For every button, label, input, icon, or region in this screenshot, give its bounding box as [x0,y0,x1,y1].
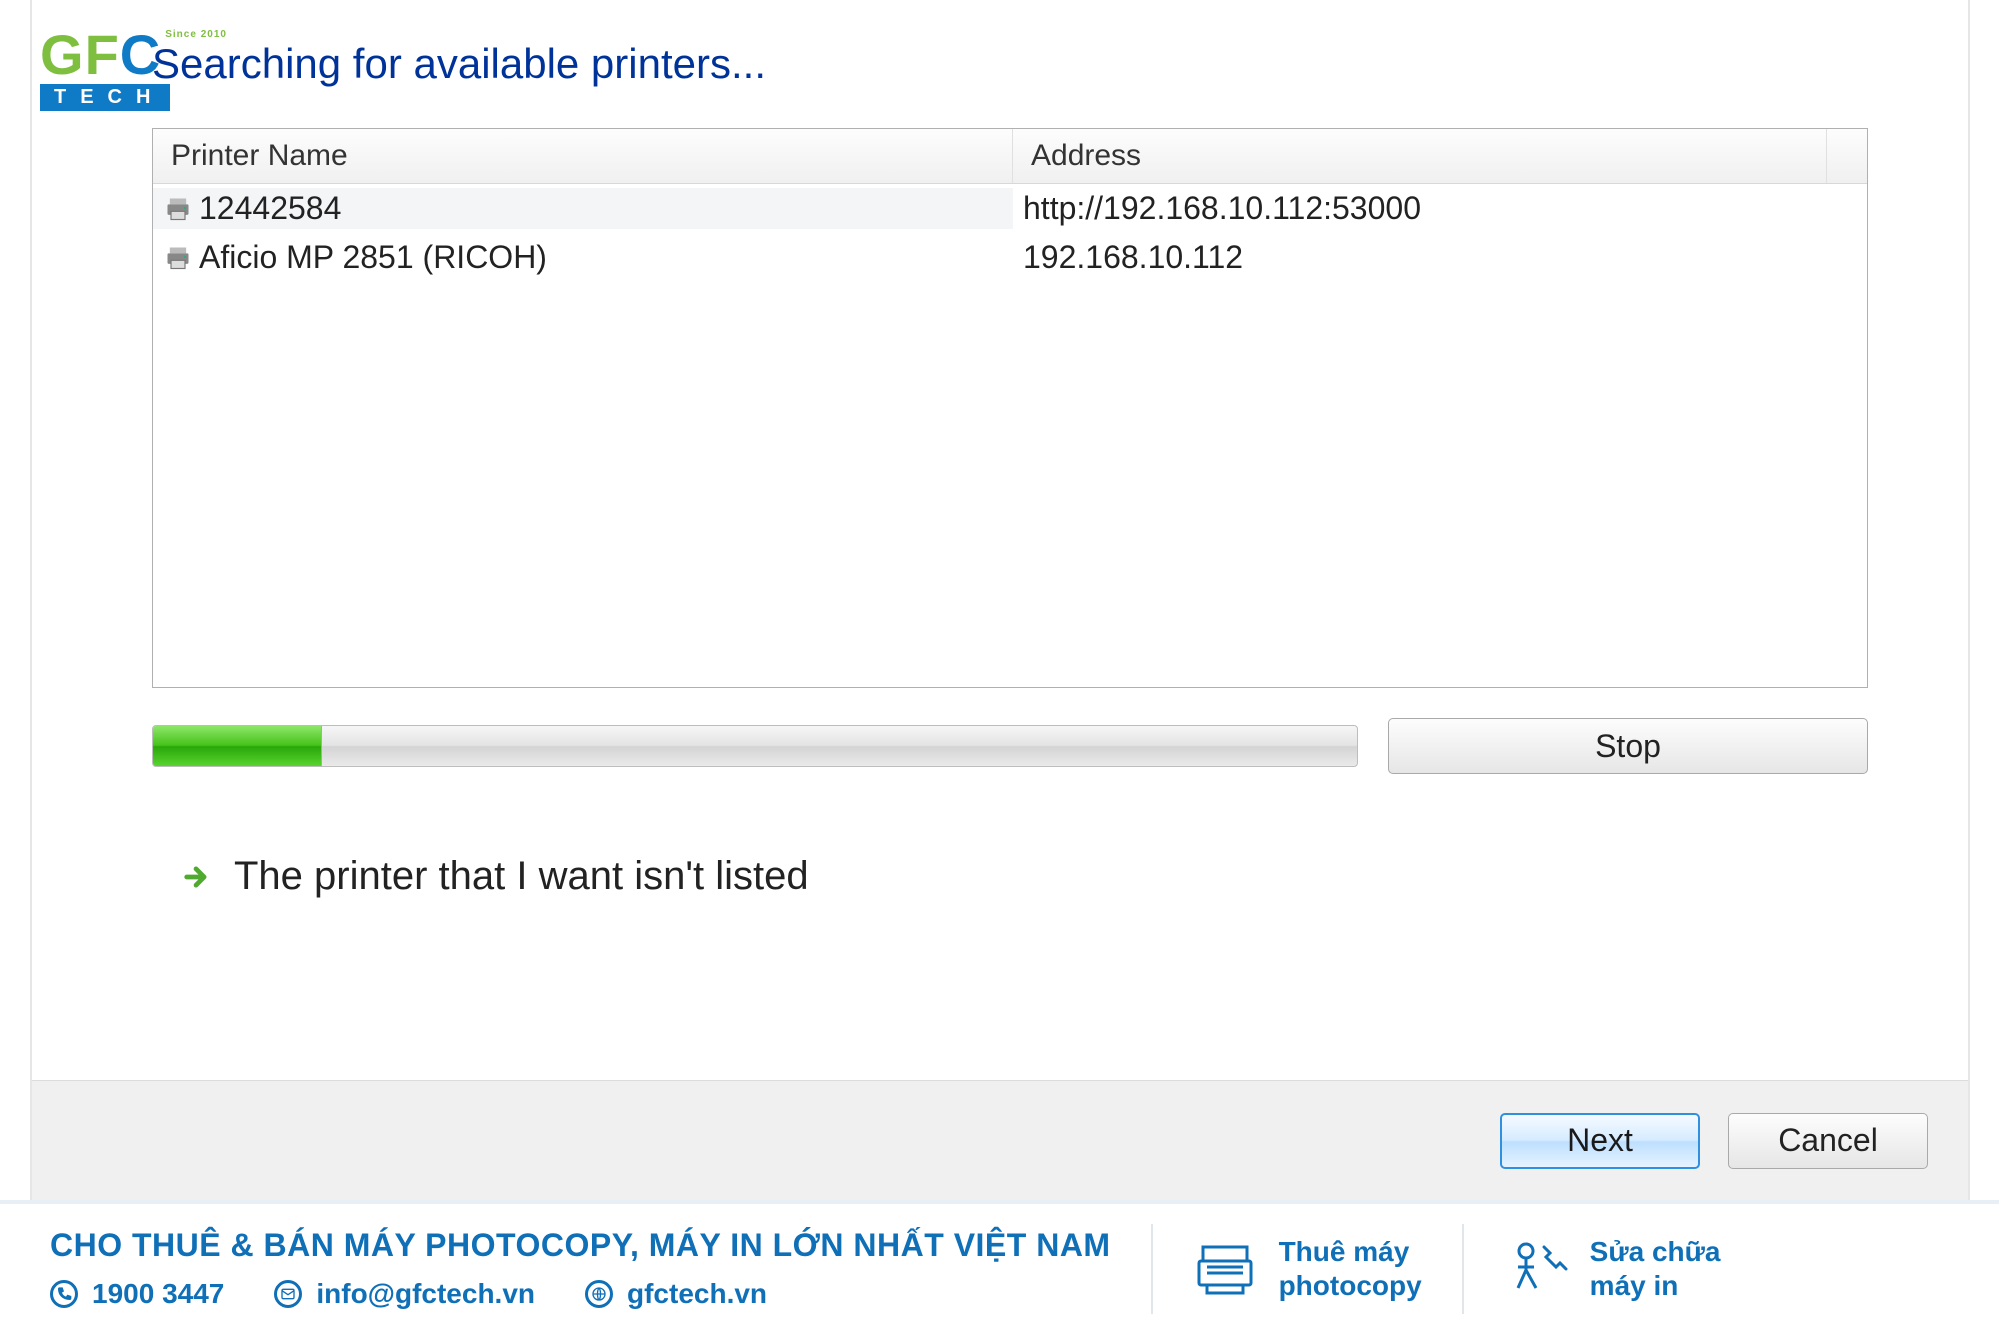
banner-title: CHO THUÊ & BÁN MÁY PHOTOCOPY, MÁY IN LỚN… [50,1227,1111,1264]
banner-email-text: info@gfctech.vn [316,1278,535,1310]
globe-icon [585,1280,613,1308]
printer-not-listed-link[interactable]: The printer that I want isn't listed [182,854,1868,899]
printer-name: 12442584 [199,190,341,227]
stop-button[interactable]: Stop [1388,718,1868,774]
arrow-right-icon [182,863,210,891]
next-button[interactable]: Next [1500,1113,1700,1169]
printer-address: http://192.168.10.112:53000 [1013,188,1867,229]
service-rent-copier[interactable]: Thuê máy photocopy [1193,1235,1422,1302]
printer-not-listed-label: The printer that I want isn't listed [234,854,809,899]
mail-icon [274,1280,302,1308]
printer-icon [163,244,193,272]
add-printer-dialog: Searching for available printers... Prin… [30,0,1970,1200]
service-repair-line1: Sửa chữa [1590,1235,1721,1269]
dialog-heading: Searching for available printers... [152,40,1868,88]
column-header-scroll-gutter [1827,129,1867,183]
service-rent-line1: Thuê máy [1279,1235,1422,1269]
copier-icon [1193,1237,1257,1301]
banner-divider [1462,1224,1464,1314]
printer-list-header: Printer Name Address [153,129,1867,184]
column-header-address[interactable]: Address [1013,129,1827,183]
banner-divider [1151,1224,1153,1314]
banner-website-text: gfctech.vn [627,1278,767,1310]
banner-email: info@gfctech.vn [274,1278,535,1310]
repair-icon [1504,1237,1568,1301]
printer-icon [163,195,193,223]
banner-phone-text: 1900 3447 [92,1278,224,1310]
printer-list: Printer Name Address 12442584 [152,128,1868,688]
banner-phone: 1900 3447 [50,1278,224,1310]
service-rent-line2: photocopy [1279,1269,1422,1303]
service-repair-printer[interactable]: Sửa chữa máy in [1504,1235,1721,1302]
dialog-footer: Next Cancel [32,1080,1968,1200]
printer-row[interactable]: 12442584 http://192.168.10.112:53000 [153,184,1867,233]
phone-icon [50,1280,78,1308]
printer-row[interactable]: Aficio MP 2851 (RICOH) 192.168.10.112 [153,233,1867,282]
site-banner: CHO THUÊ & BÁN MÁY PHOTOCOPY, MÁY IN LỚN… [0,1200,1999,1333]
banner-website: gfctech.vn [585,1278,767,1310]
printer-name: Aficio MP 2851 (RICOH) [199,239,547,276]
search-progress-fill [153,726,322,766]
printer-address: 192.168.10.112 [1013,237,1867,278]
column-header-printer-name[interactable]: Printer Name [153,129,1013,183]
service-repair-line2: máy in [1590,1269,1721,1303]
search-progress-bar [152,725,1358,767]
cancel-button[interactable]: Cancel [1728,1113,1928,1169]
